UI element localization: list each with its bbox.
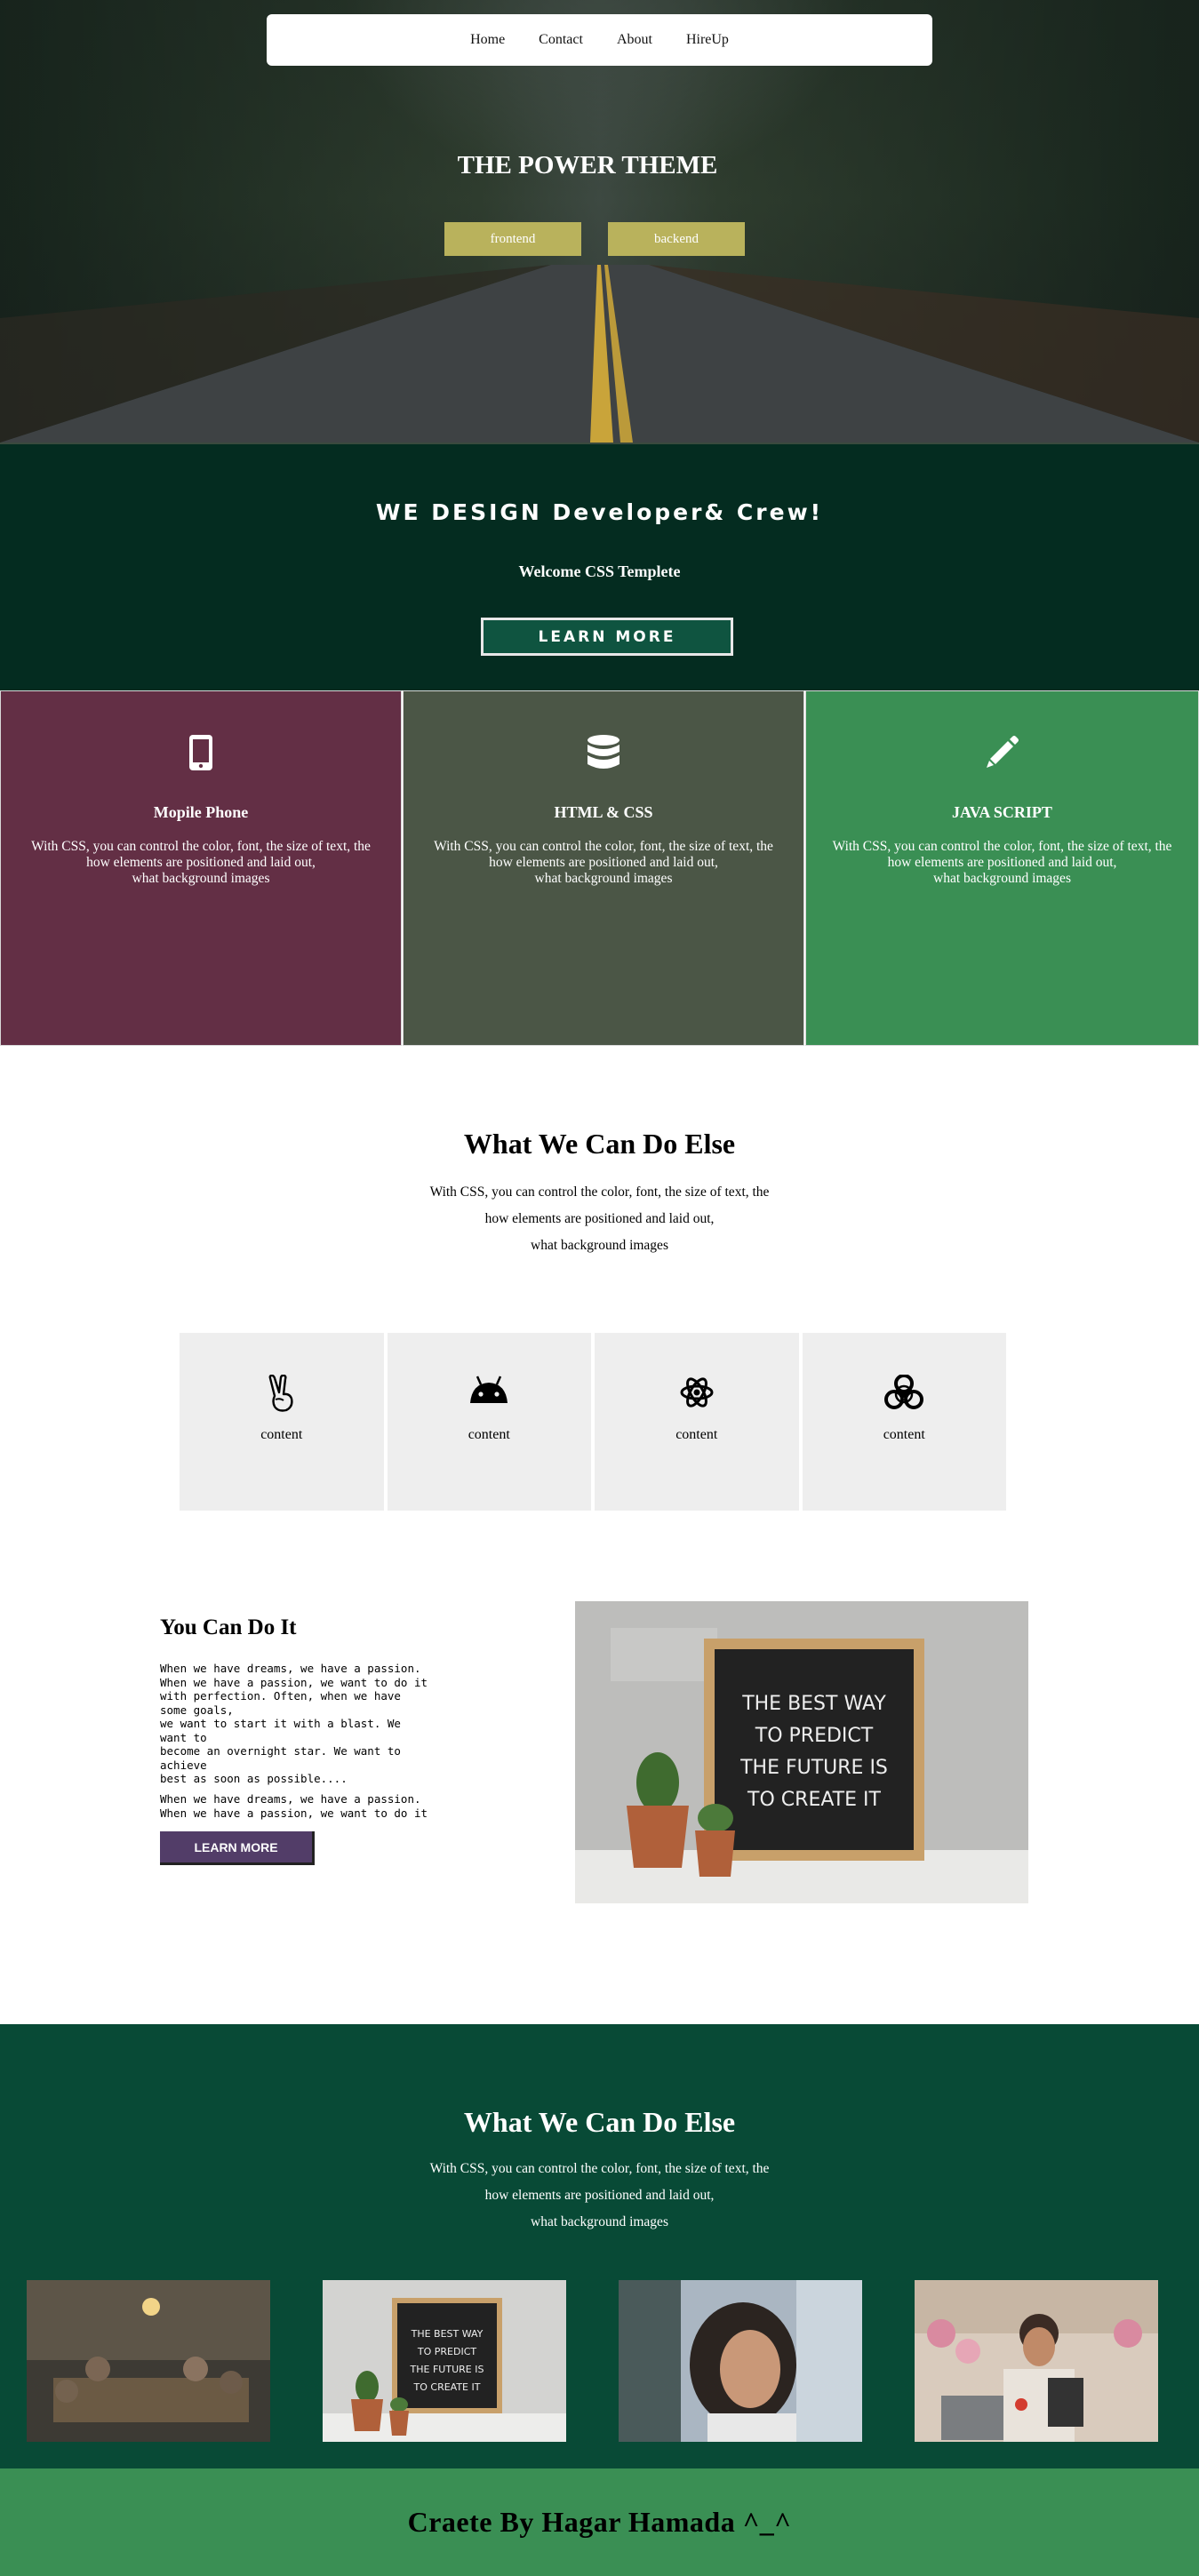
top-navbar: Home Contact About HireUp xyxy=(267,14,932,66)
card-title: Mopile Phone xyxy=(153,803,249,821)
card-title: JAVA SCRIPT xyxy=(952,803,1052,821)
svg-text:TO CREATE IT: TO CREATE IT xyxy=(413,2381,481,2393)
svg-text:THE BEST WAY: THE BEST WAY xyxy=(411,2328,484,2340)
card-html-css: HTML & CSS With CSS, you can control the… xyxy=(403,690,804,1046)
you-can-do-it-paragraph-2: When we have dreams, we have a passion. … xyxy=(160,1792,428,1820)
hero-section: Home Contact About HireUp THE POWER THEM… xyxy=(0,0,1199,444)
feature-boxes: content content content content xyxy=(180,1333,1006,1511)
atom-icon xyxy=(680,1377,714,1408)
you-can-do-it-title: You Can Do It xyxy=(160,1615,297,1639)
pencil-icon xyxy=(986,736,1019,768)
design-subtitle: Welcome CSS Templete xyxy=(518,562,681,580)
feature-label: content xyxy=(468,1427,510,1442)
section-title: What We Can Do Else xyxy=(463,1128,736,1160)
gallery-image-florist xyxy=(915,2280,1158,2442)
letter-board-photo: THE BEST WAY TO PREDICT THE FUTURE IS TO… xyxy=(575,1601,1028,1903)
nav-contact-link[interactable]: Contact xyxy=(522,32,600,48)
feature-box: content xyxy=(595,1333,799,1511)
hero-title: THE POWER THEME xyxy=(457,151,718,179)
nav-about-link[interactable]: About xyxy=(600,32,669,48)
section-text: With CSS, you can control the color, fon… xyxy=(429,1184,770,1253)
letter-board-image: THE BEST WAY TO PREDICT THE FUTURE IS TO… xyxy=(575,1601,1028,1903)
android-icon xyxy=(470,1376,508,1403)
svg-text:TO PREDICT: TO PREDICT xyxy=(755,1725,874,1747)
database-icon xyxy=(588,735,619,769)
feature-label: content xyxy=(260,1427,303,1442)
gallery-section: What We Can Do Else With CSS, you can co… xyxy=(0,2024,1199,2468)
learn-more-button[interactable]: LEARN MORE xyxy=(481,618,733,656)
design-title: WE DESIGN Developer& Crew! xyxy=(375,499,824,525)
design-section: WE DESIGN Developer& Crew! Welcome CSS T… xyxy=(0,444,1199,690)
footer: Craete By Hagar Hamada ^_^ xyxy=(0,2468,1199,2576)
mobile-phone-icon xyxy=(189,735,212,770)
nav-hireup-link[interactable]: HireUp xyxy=(669,32,746,48)
road-image xyxy=(0,265,1199,443)
card-text: With CSS, you can control the color, fon… xyxy=(434,839,773,886)
svg-text:THE FUTURE IS: THE FUTURE IS xyxy=(410,2364,484,2375)
svg-text:THE BEST WAY: THE BEST WAY xyxy=(741,1693,886,1715)
svg-text:TO CREATE IT: TO CREATE IT xyxy=(747,1789,881,1811)
gallery-image-meeting xyxy=(27,2280,270,2442)
feature-label: content xyxy=(883,1427,925,1442)
gallery-image-woman xyxy=(619,2280,862,2442)
frontend-button[interactable]: frontend xyxy=(444,222,581,256)
gallery-title: What We Can Do Else xyxy=(463,2106,736,2138)
backend-button[interactable]: backend xyxy=(608,222,745,256)
you-can-do-it-paragraph: When we have dreams, we have a passion. … xyxy=(160,1662,428,1785)
nav-home-link[interactable]: Home xyxy=(453,32,522,48)
gallery-image-letter-board: THE BEST WAY TO PREDICT THE FUTURE IS TO… xyxy=(323,2280,566,2442)
feature-label: content xyxy=(675,1427,718,1442)
svg-text:TO PREDICT: TO PREDICT xyxy=(417,2346,476,2357)
svg-text:THE FUTURE IS: THE FUTURE IS xyxy=(739,1757,888,1779)
feature-box: content xyxy=(387,1333,591,1511)
footer-credit: Craete By Hagar Hamada ^_^ xyxy=(407,2506,792,2538)
you-can-do-it-learn-more-button[interactable]: LEARN MORE xyxy=(160,1831,315,1865)
card-text: With CSS, you can control the color, fon… xyxy=(31,839,371,886)
card-text: With CSS, you can control the color, fon… xyxy=(832,839,1172,886)
card-mobile: Mopile Phone With CSS, you can control t… xyxy=(0,690,402,1046)
gallery-text: With CSS, you can control the color, fon… xyxy=(429,2161,770,2229)
card-title: HTML & CSS xyxy=(554,803,653,821)
biohazard-icon xyxy=(884,1375,924,1409)
feature-box: content xyxy=(802,1333,1006,1511)
peace-hand-icon xyxy=(268,1375,293,1412)
feature-box: content xyxy=(180,1333,384,1511)
card-javascript: JAVA SCRIPT With CSS, you can control th… xyxy=(805,690,1199,1046)
